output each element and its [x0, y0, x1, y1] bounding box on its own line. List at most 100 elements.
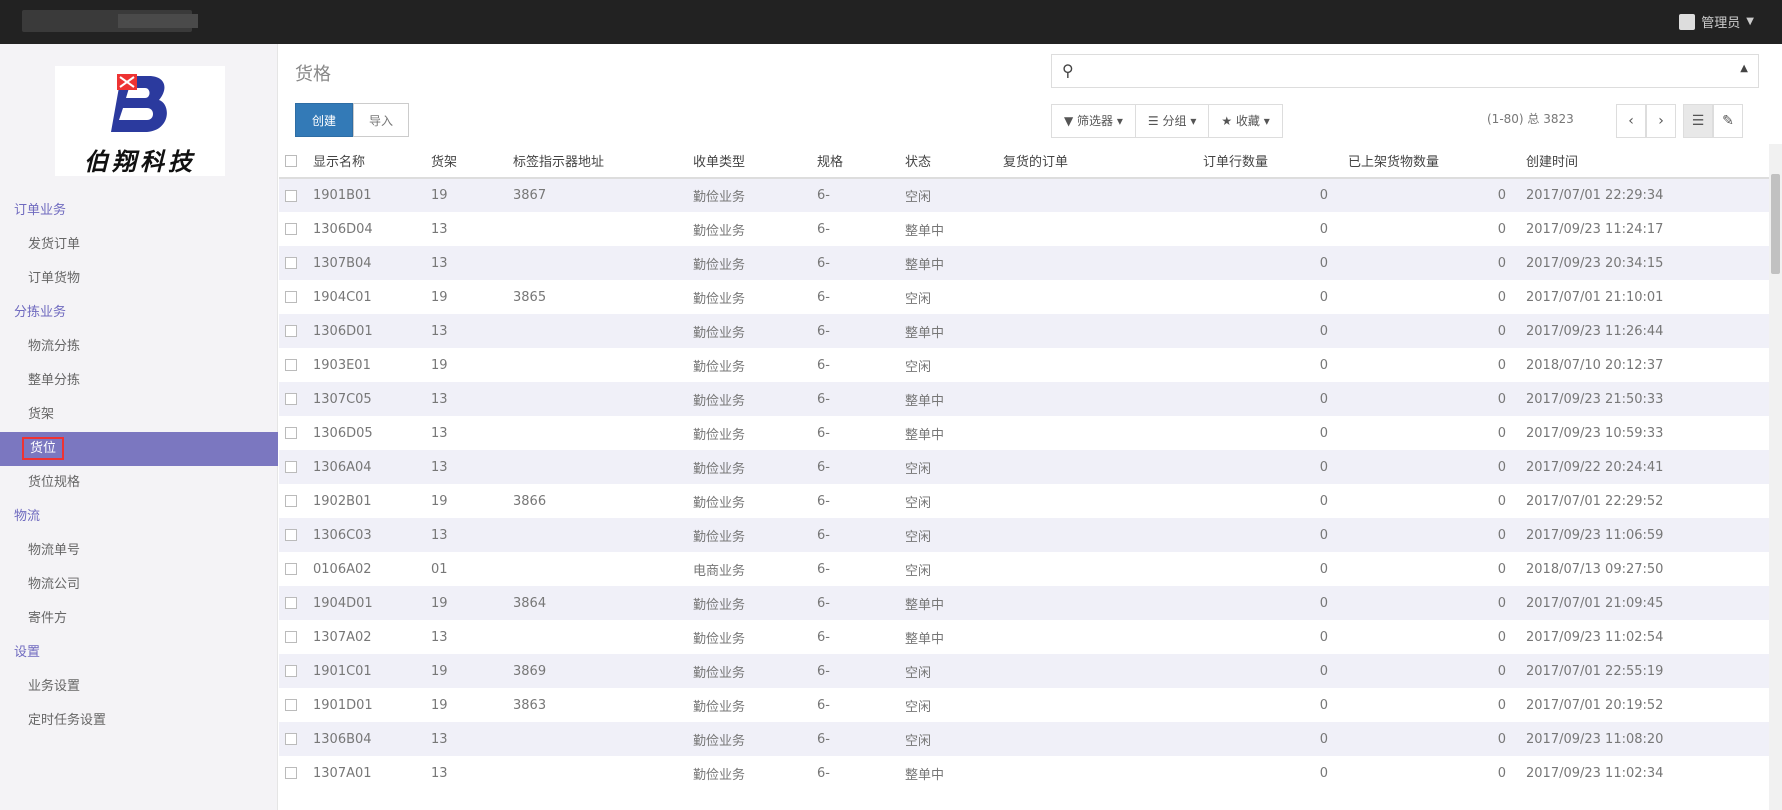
row-select-cell[interactable]	[279, 178, 307, 212]
sidebar-item[interactable]: 整单分拣	[0, 364, 278, 398]
sidebar-item[interactable]: 业务设置	[0, 670, 278, 704]
row-select-cell[interactable]	[279, 688, 307, 722]
row-select-cell[interactable]	[279, 518, 307, 552]
edit-view-button[interactable]: ✎	[1713, 104, 1743, 138]
row-select-cell[interactable]	[279, 246, 307, 280]
table-row[interactable]: 1307A01 13 勤俭业务 6- 整单中 0 0 2017/09/23 11:02:34	[279, 756, 1769, 790]
table-cell: 整单中	[905, 631, 945, 647]
table-row[interactable]: 1901C01 19 3869 勤俭业务 6- 空闲 0 0 2017/07/01 22:55:…	[279, 654, 1769, 688]
row-checkbox[interactable]	[285, 529, 297, 541]
import-button[interactable]: 导入	[353, 103, 409, 137]
table-row[interactable]: 1904C01 19 3865 勤俭业务 6- 空闲 0 0 2017/07/01 21:10:…	[279, 280, 1769, 314]
table-cell: 1904C01	[313, 289, 372, 305]
table-row[interactable]: 1901D01 19 3863 勤俭业务 6- 空闲 0 0 2017/07/01 20:19:…	[279, 688, 1769, 722]
row-select-cell[interactable]	[279, 348, 307, 382]
column-header[interactable]: 显示名称	[307, 144, 425, 179]
sidebar-item[interactable]: 订单货物	[0, 262, 278, 296]
column-header[interactable]: 规格	[811, 144, 899, 179]
row-select-cell[interactable]	[279, 450, 307, 484]
row-checkbox[interactable]	[285, 189, 297, 202]
row-checkbox[interactable]	[285, 325, 297, 337]
row-select-cell[interactable]	[279, 586, 307, 620]
row-select-cell[interactable]	[279, 314, 307, 348]
row-checkbox[interactable]	[285, 733, 297, 745]
scrollbar-thumb[interactable]	[1771, 174, 1780, 274]
sidebar-item[interactable]: 货位	[0, 432, 278, 466]
sidebar-item[interactable]: 物流分拣	[0, 330, 278, 364]
next-page-button[interactable]: ›	[1646, 104, 1676, 138]
list-view-button[interactable]: ☰	[1683, 104, 1713, 138]
filter-button[interactable]: ▼ 筛选器 ▾	[1052, 105, 1136, 137]
row-select-cell[interactable]	[279, 654, 307, 688]
row-checkbox[interactable]	[285, 767, 297, 779]
table-cell: 空闲	[905, 699, 932, 715]
row-checkbox[interactable]	[285, 597, 297, 609]
row-checkbox[interactable]	[285, 563, 297, 575]
sidebar-item[interactable]: 物流单号	[0, 534, 278, 568]
column-header[interactable]: 复货的订单	[997, 144, 1197, 179]
column-header[interactable]: 标签指示器地址	[507, 144, 687, 179]
favorites-button[interactable]: ★ 收藏 ▾	[1209, 105, 1281, 137]
table-row[interactable]: 1306D04 13 勤俭业务 6- 整单中 0 0 2017/09/23 11:24:17	[279, 212, 1769, 246]
table-row[interactable]: 0106A02 01 电商业务 6- 空闲 0 0 2018/07/13 09:27:50	[279, 552, 1769, 586]
sidebar-item[interactable]: 货架	[0, 398, 278, 432]
table-cell: 6-	[811, 314, 899, 348]
table-row[interactable]: 1306D01 13 勤俭业务 6- 整单中 0 0 2017/09/23 11:26:44	[279, 314, 1769, 348]
row-select-cell[interactable]	[279, 552, 307, 586]
table-cell: 0	[1197, 246, 1342, 280]
row-checkbox[interactable]	[285, 291, 297, 303]
create-button[interactable]: 创建	[295, 103, 353, 137]
sidebar-item[interactable]: 物流公司	[0, 568, 278, 602]
table-row[interactable]: 1902B01 19 3866 勤俭业务 6- 空闲 0 0 2017/07/01 22:29:…	[279, 484, 1769, 518]
sidebar-item[interactable]: 定时任务设置	[0, 704, 278, 738]
table-row[interactable]: 1307A02 13 勤俭业务 6- 整单中 0 0 2017/09/23 11:02:54	[279, 620, 1769, 654]
table-cell	[997, 382, 1197, 416]
sidebar-item[interactable]: 寄件方	[0, 602, 278, 636]
row-checkbox[interactable]	[285, 495, 297, 507]
prev-page-button[interactable]: ‹	[1616, 104, 1646, 138]
column-header[interactable]: 已上架货物数量	[1342, 144, 1520, 179]
row-select-cell[interactable]	[279, 280, 307, 314]
row-select-cell[interactable]	[279, 416, 307, 450]
user-menu[interactable]: 管理员 ▼	[1679, 12, 1754, 31]
table-cell: 6-	[811, 382, 899, 416]
table-row[interactable]: 1306A04 13 勤俭业务 6- 空闲 0 0 2017/09/22 20:24:41	[279, 450, 1769, 484]
search-icon: ⚲	[1062, 61, 1074, 80]
column-header[interactable]: 货架	[425, 144, 507, 179]
row-checkbox[interactable]	[285, 257, 297, 269]
row-checkbox[interactable]	[285, 393, 297, 405]
row-select-cell[interactable]	[279, 756, 307, 790]
column-header[interactable]: 订单行数量	[1197, 144, 1342, 179]
table-row[interactable]: 1306D05 13 勤俭业务 6- 整单中 0 0 2017/09/23 10:59:33	[279, 416, 1769, 450]
select-all-checkbox[interactable]	[285, 154, 297, 167]
table-row[interactable]: 1307C05 13 勤俭业务 6- 整单中 0 0 2017/09/23 21:50:33	[279, 382, 1769, 416]
toggle-search-options-icon[interactable]: ▲	[1740, 63, 1748, 74]
column-header[interactable]: 创建时间	[1520, 144, 1769, 179]
row-checkbox[interactable]	[285, 427, 297, 439]
table-row[interactable]: 1904D01 19 3864 勤俭业务 6- 整单中 0 0 2017/07/01 21:09…	[279, 586, 1769, 620]
table-scrollbar[interactable]	[1769, 144, 1782, 810]
column-header[interactable]: 收单类型	[687, 144, 811, 179]
search-input[interactable]: ⚲ ▲	[1051, 54, 1759, 88]
row-checkbox[interactable]	[285, 665, 297, 677]
row-select-cell[interactable]	[279, 620, 307, 654]
table-row[interactable]: 1306B04 13 勤俭业务 6- 空闲 0 0 2017/09/23 11:08:20	[279, 722, 1769, 756]
row-checkbox[interactable]	[285, 461, 297, 473]
table-row[interactable]: 1901B01 19 3867 勤俭业务 6- 空闲 0 0 2017/07/01 22:29:…	[279, 178, 1769, 212]
row-checkbox[interactable]	[285, 699, 297, 711]
select-all-cell[interactable]	[279, 144, 307, 179]
table-row[interactable]: 1903E01 19 勤俭业务 6- 空闲 0 0 2018/07/10 20:12:37	[279, 348, 1769, 382]
row-select-cell[interactable]	[279, 484, 307, 518]
sidebar-item[interactable]: 发货订单	[0, 228, 278, 262]
column-header[interactable]: 状态	[899, 144, 997, 179]
row-checkbox[interactable]	[285, 359, 297, 371]
table-row[interactable]: 1306C03 13 勤俭业务 6- 空闲 0 0 2017/09/23 11:06:59	[279, 518, 1769, 552]
sidebar-item[interactable]: 货位规格	[0, 466, 278, 500]
row-checkbox[interactable]	[285, 631, 297, 643]
row-select-cell[interactable]	[279, 722, 307, 756]
row-select-cell[interactable]	[279, 382, 307, 416]
row-select-cell[interactable]	[279, 212, 307, 246]
group-button[interactable]: ☰ 分组 ▾	[1136, 105, 1210, 137]
row-checkbox[interactable]	[285, 223, 297, 235]
table-row[interactable]: 1307B04 13 勤俭业务 6- 整单中 0 0 2017/09/23 20:34:15	[279, 246, 1769, 280]
